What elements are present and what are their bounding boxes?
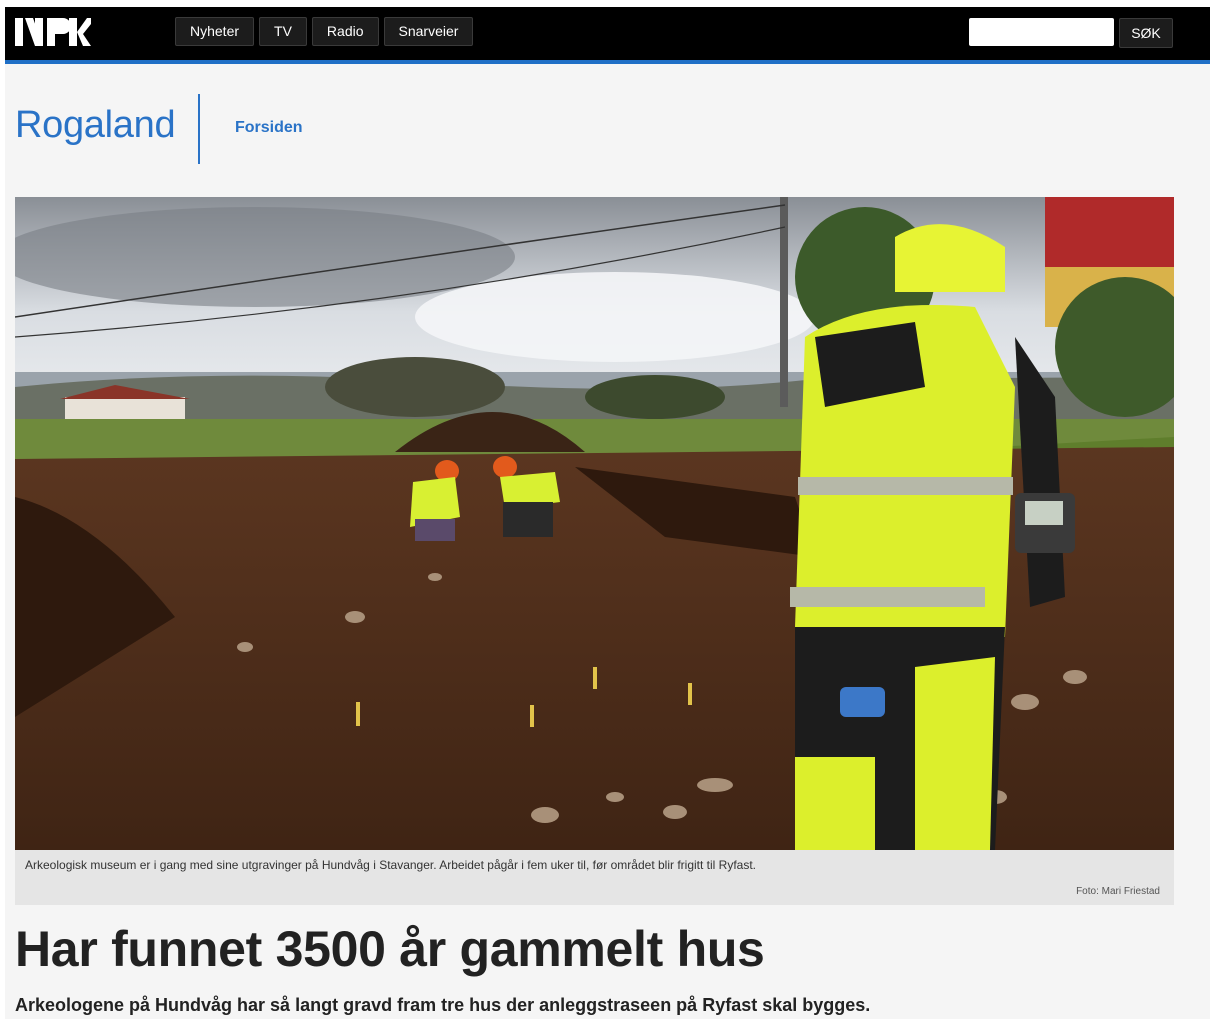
article-image [15,197,1174,850]
excavation-photo [15,197,1174,850]
main-nav: Nyheter TV Radio Snarveier [175,17,474,46]
region-title[interactable]: Rogaland [15,104,176,147]
image-caption-box: Arkeologisk museum er i gang med sine ut… [15,850,1174,905]
nav-item-snarveier[interactable]: Snarveier [383,17,474,46]
photo-credit: Foto: Mari Friestad [1076,886,1160,897]
region-divider [198,94,200,164]
nav-item-radio[interactable]: Radio [311,17,379,46]
search-button[interactable]: SØK [1119,18,1173,48]
nrk-logo[interactable] [15,12,91,52]
image-caption: Arkeologisk museum er i gang med sine ut… [25,858,757,872]
article-headline: Har funnet 3500 år gammelt hus [15,921,765,977]
top-navigation-bar: Nyheter TV Radio Snarveier SØK [5,7,1210,64]
article-lead: Arkeologene på Hundvåg har så langt grav… [15,995,871,1015]
nav-item-nyheter[interactable]: Nyheter [175,17,255,46]
forsiden-link[interactable]: Forsiden [235,119,303,137]
nav-item-tv[interactable]: TV [259,17,307,46]
search-input[interactable] [969,18,1114,46]
